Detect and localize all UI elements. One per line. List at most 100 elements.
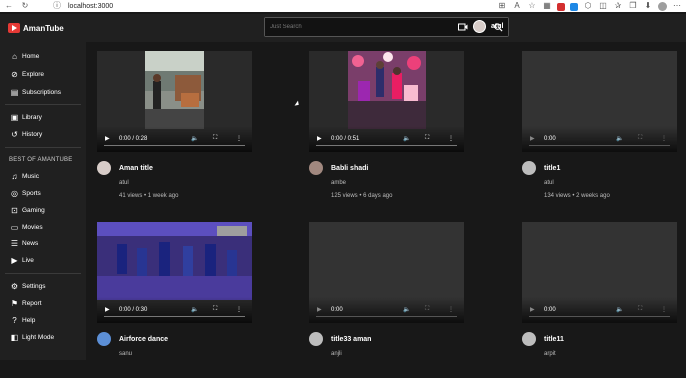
sidebar-item-help[interactable]: ? Help bbox=[10, 316, 35, 325]
channel-avatar[interactable] bbox=[97, 161, 111, 175]
more-options-icon[interactable]: ⋮ bbox=[236, 135, 242, 142]
progress-bar[interactable] bbox=[104, 145, 245, 146]
reload-icon[interactable]: ↻ bbox=[20, 0, 30, 12]
channel-name[interactable]: anjli bbox=[331, 351, 342, 357]
video-title[interactable]: title1 bbox=[544, 165, 560, 172]
video-title[interactable]: Airforce dance bbox=[119, 336, 168, 343]
grid-icon[interactable]: ▦ bbox=[542, 0, 552, 12]
fullscreen-icon[interactable]: ⛶ bbox=[638, 306, 642, 313]
read-aloud-icon[interactable]: A bbox=[512, 0, 522, 12]
more-options-icon[interactable]: ⋮ bbox=[448, 306, 454, 313]
more-icon[interactable]: ⋯ bbox=[672, 0, 682, 12]
downloads-icon[interactable]: ⬇ bbox=[643, 0, 653, 12]
video-player[interactable]: ▶ 0:00 / 0:30 🔈 ⛶ ⋮ bbox=[97, 222, 252, 323]
volume-icon[interactable]: 🔈 bbox=[191, 135, 198, 142]
video-title[interactable]: Babli shadi bbox=[331, 165, 368, 172]
logo[interactable]: AmanTube bbox=[8, 23, 64, 33]
fullscreen-icon[interactable]: ⛶ bbox=[213, 135, 217, 142]
favorite-icon[interactable]: ☆ bbox=[527, 0, 537, 12]
channel-name[interactable]: sanu bbox=[119, 351, 132, 357]
sidebar-item-gaming[interactable]: ⊡ Gaming bbox=[10, 206, 45, 215]
play-icon[interactable]: ▶ bbox=[530, 135, 535, 142]
split-screen-icon[interactable]: ◫ bbox=[598, 0, 608, 12]
address-bar[interactable]: ⓘ localhost:3000 bbox=[52, 0, 113, 12]
channel-avatar[interactable] bbox=[309, 332, 323, 346]
library-icon: ▣ bbox=[10, 113, 19, 122]
channel-avatar[interactable] bbox=[522, 332, 536, 346]
volume-icon[interactable]: 🔈 bbox=[616, 135, 623, 142]
video-title[interactable]: title33 aman bbox=[331, 336, 371, 343]
sidebar-item-home[interactable]: ⌂ Home bbox=[10, 52, 39, 61]
channel-name[interactable]: ambe bbox=[331, 180, 346, 186]
fullscreen-icon[interactable]: ⛶ bbox=[425, 306, 429, 313]
back-icon[interactable]: ← bbox=[4, 0, 14, 12]
channel-avatar[interactable] bbox=[522, 161, 536, 175]
channel-avatar[interactable] bbox=[309, 161, 323, 175]
fullscreen-icon[interactable]: ⛶ bbox=[213, 306, 217, 313]
video-player[interactable]: ▶ 0:00 🔈 ⛶ ⋮ bbox=[522, 51, 677, 152]
progress-bar[interactable] bbox=[104, 316, 245, 317]
news-icon: ☰ bbox=[10, 239, 19, 248]
fullscreen-icon[interactable]: ⛶ bbox=[425, 135, 429, 142]
progress-bar[interactable] bbox=[316, 316, 457, 317]
video-player[interactable]: ▶ 0:00 / 0:51 🔈 ⛶ ⋮ bbox=[309, 51, 464, 152]
play-icon[interactable]: ▶ bbox=[530, 306, 535, 313]
channel-name[interactable]: arpit bbox=[544, 351, 556, 357]
video-player[interactable]: ▶ 0:00 🔈 ⛶ ⋮ bbox=[309, 222, 464, 323]
video-player[interactable]: ▶ 0:00 🔈 ⛶ ⋮ bbox=[522, 222, 677, 323]
volume-icon[interactable]: 🔈 bbox=[403, 135, 410, 142]
channel-avatar[interactable] bbox=[97, 332, 111, 346]
sidebar-item-news[interactable]: ☰ News bbox=[10, 239, 38, 248]
progress-bar[interactable] bbox=[529, 145, 670, 146]
sidebar-item-movies[interactable]: ▭ Movies bbox=[10, 223, 43, 232]
app-header: AmanTube atul bbox=[0, 14, 686, 42]
sidebar-item-settings[interactable]: ⚙ Settings bbox=[10, 282, 46, 291]
progress-bar[interactable] bbox=[529, 316, 670, 317]
more-options-icon[interactable]: ⋮ bbox=[661, 135, 667, 142]
video-title[interactable]: Aman title bbox=[119, 165, 153, 172]
profile-avatar[interactable] bbox=[658, 2, 667, 11]
video-title[interactable]: title11 bbox=[544, 336, 564, 343]
sidebar-item-light-mode[interactable]: ◧ Light Mode bbox=[10, 333, 54, 342]
sidebar-item-label: Movies bbox=[22, 224, 43, 231]
apps-icon[interactable]: ⊞ bbox=[497, 0, 507, 12]
video-player[interactable]: ▶ 0:00 / 0:28 🔈 ⛶ ⋮ bbox=[97, 51, 252, 152]
volume-icon[interactable]: 🔈 bbox=[191, 306, 198, 313]
user-avatar[interactable] bbox=[473, 20, 486, 33]
more-options-icon[interactable]: ⋮ bbox=[661, 306, 667, 313]
info-icon[interactable]: ⓘ bbox=[52, 0, 62, 12]
sidebar-item-history[interactable]: ↺ History bbox=[10, 130, 42, 139]
progress-bar[interactable] bbox=[316, 145, 457, 146]
more-options-icon[interactable]: ⋮ bbox=[236, 306, 242, 313]
extension-red-icon[interactable] bbox=[557, 3, 565, 11]
channel-name[interactable]: atul bbox=[119, 180, 129, 186]
play-icon[interactable]: ▶ bbox=[105, 135, 110, 142]
sidebar-item-subscriptions[interactable]: ▤ Subscriptions bbox=[10, 88, 61, 97]
sidebar-item-sports[interactable]: ◎ Sports bbox=[10, 189, 41, 198]
sidebar-item-report[interactable]: ⚑ Report bbox=[10, 299, 42, 308]
browser-toolbar: ← ↻ ⓘ localhost:3000 ⊞ A ☆ ▦ ⬡ ◫ ✰ ❐ ⬇ ⋯ bbox=[0, 0, 686, 12]
upload-video-icon[interactable] bbox=[458, 23, 468, 31]
fullscreen-icon[interactable]: ⛶ bbox=[638, 135, 642, 142]
search-input[interactable] bbox=[265, 18, 488, 36]
user-name[interactable]: atul bbox=[491, 23, 503, 30]
collections-icon[interactable]: ❐ bbox=[628, 0, 638, 12]
play-icon[interactable]: ▶ bbox=[105, 306, 110, 313]
volume-icon[interactable]: 🔈 bbox=[403, 306, 410, 313]
play-icon[interactable]: ▶ bbox=[317, 306, 322, 313]
favorites-icon[interactable]: ✰ bbox=[613, 0, 623, 12]
divider bbox=[5, 273, 81, 274]
volume-icon[interactable]: 🔈 bbox=[616, 306, 623, 313]
sidebar-item-explore[interactable]: ⊘ Explore bbox=[10, 70, 44, 79]
flag-icon: ⚑ bbox=[10, 299, 19, 308]
extension-icon[interactable]: ⬡ bbox=[583, 0, 593, 12]
sidebar-item-live[interactable]: ▶ Live bbox=[10, 256, 34, 265]
channel-name[interactable]: atul bbox=[544, 180, 554, 186]
sidebar-item-music[interactable]: ♫ Music bbox=[10, 172, 39, 181]
extension-blue-icon[interactable] bbox=[570, 3, 578, 11]
play-icon[interactable]: ▶ bbox=[317, 135, 322, 142]
more-options-icon[interactable]: ⋮ bbox=[448, 135, 454, 142]
sidebar-item-library[interactable]: ▣ Library bbox=[10, 113, 42, 122]
url-text: localhost:3000 bbox=[68, 2, 114, 10]
video-info: Aman title atul 41 views • 1 week ago bbox=[97, 161, 252, 207]
